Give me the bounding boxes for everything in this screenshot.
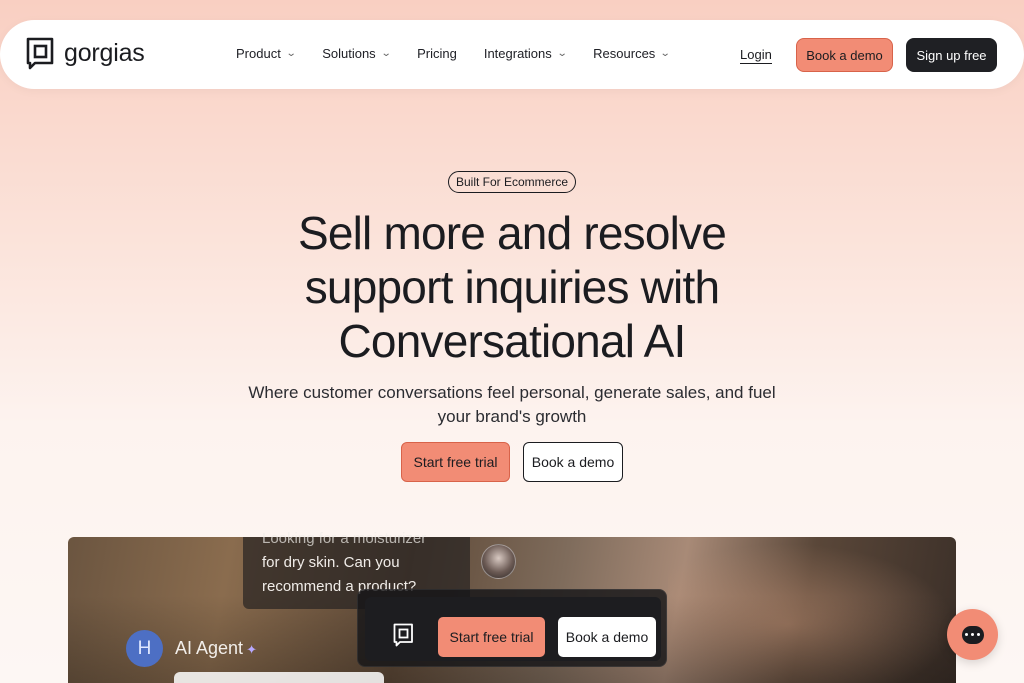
headline-line: support inquiries with [304, 261, 720, 313]
brand-logo[interactable]: gorgias [26, 37, 145, 70]
headline-line: Conversational AI [338, 315, 687, 367]
brand-name: gorgias [64, 39, 145, 67]
hero-subhead: Where customer conversations feel person… [248, 383, 776, 426]
chevron-down-icon: ⌄ [556, 48, 568, 59]
sticky-book-demo-button[interactable]: Book a demo [558, 617, 656, 657]
chat-line: Looking for a moisturizer [262, 530, 427, 547]
hero-badge: Built For Ecommerce [448, 171, 576, 193]
chat-launcher-button[interactable] [947, 609, 998, 660]
login-link[interactable]: Login [740, 47, 772, 64]
agent-reply-card [174, 672, 384, 683]
nav-item-solutions[interactable]: Solutions ⌄ [322, 46, 392, 61]
agent-avatar: H [126, 630, 163, 667]
hero-headline: Sell more and resolve support inquiries … [212, 206, 812, 368]
sticky-cta-panel: Start free trial Book a demo [365, 597, 661, 661]
nav-item-resources[interactable]: Resources ⌄ [593, 46, 671, 61]
chat-bubble-icon [961, 625, 984, 644]
sparkle-icon: ✦ [246, 642, 257, 657]
book-demo-button[interactable]: Book a demo [796, 38, 893, 72]
nav-label: Resources [593, 46, 656, 61]
sign-up-button[interactable]: Sign up free [906, 38, 997, 72]
headline-line: Sell more and resolve [297, 207, 727, 259]
chevron-down-icon: ⌄ [380, 48, 392, 59]
start-free-trial-button[interactable]: Start free trial [401, 442, 510, 482]
nav-label: Solutions [322, 46, 376, 61]
hero-book-demo-button[interactable]: Book a demo [523, 442, 623, 482]
chevron-down-icon: ⌄ [285, 48, 297, 59]
nav-item-pricing[interactable]: Pricing [417, 46, 457, 61]
nav-item-product[interactable]: Product ⌄ [236, 46, 297, 61]
nav-item-integrations[interactable]: Integrations ⌄ [483, 46, 568, 61]
nav-label: Pricing [417, 46, 457, 61]
chat-line: for dry skin. Can you [262, 554, 400, 571]
chevron-down-icon: ⌄ [660, 48, 671, 59]
agent-name: AI Agent [175, 638, 244, 658]
sticky-cta-bar: Start free trial Book a demo [357, 589, 667, 667]
customer-avatar [481, 544, 516, 579]
gorgias-logo-icon [26, 37, 56, 70]
nav-label: Integrations [483, 46, 552, 61]
sticky-start-trial-button[interactable]: Start free trial [438, 617, 545, 657]
nav-label: Product [236, 46, 281, 61]
agent-label: AI Agent ✦ [175, 638, 257, 659]
main-menu: Product ⌄ Solutions ⌄ Pricing Integratio… [236, 46, 697, 61]
gorgias-logo-icon [393, 623, 415, 647]
